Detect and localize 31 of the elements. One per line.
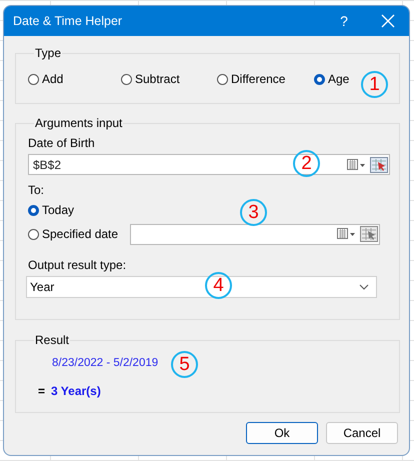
radio-option[interactable]: Specified date <box>28 227 118 241</box>
group-title: Type <box>34 46 62 60</box>
window-title: Date & Time Helper <box>13 14 124 28</box>
help-button[interactable]: ? <box>329 7 359 35</box>
radio-option[interactable]: Today <box>28 203 74 217</box>
date-field[interactable] <box>130 224 380 244</box>
field-label: To: <box>28 183 46 197</box>
range-select-icon[interactable] <box>360 226 378 242</box>
radio-option[interactable]: Add <box>28 72 121 86</box>
callout-number: 5 <box>171 351 198 378</box>
range-select-icon[interactable] <box>370 156 388 172</box>
ok-button[interactable]: Ok <box>246 422 318 444</box>
callout-number: 4 <box>205 272 232 299</box>
radio-option[interactable]: Age <box>314 72 350 86</box>
chevron-down-icon <box>359 284 369 290</box>
group-title: Result <box>34 333 70 347</box>
field-label: Output result type: <box>28 258 128 272</box>
cancel-button[interactable]: Cancel <box>326 422 398 444</box>
radio-option[interactable]: Subtract <box>121 72 217 86</box>
callout-number: 2 <box>293 150 320 177</box>
callout-number: 1 <box>361 71 388 98</box>
field-label: Date of Birth <box>28 136 96 150</box>
close-icon <box>381 14 395 28</box>
calendar-dropdown-icon[interactable] <box>347 158 367 172</box>
result-value: 3 Year(s) <box>51 384 101 398</box>
calendar-dropdown-icon[interactable] <box>337 227 358 241</box>
callout-number: 3 <box>240 199 267 226</box>
radio-option[interactable]: Difference <box>217 72 314 86</box>
result-expression: 8/23/2022 - 5/2/2019 <box>52 357 158 369</box>
equals-sign: = <box>38 384 46 398</box>
group-title: Arguments input <box>34 116 124 130</box>
